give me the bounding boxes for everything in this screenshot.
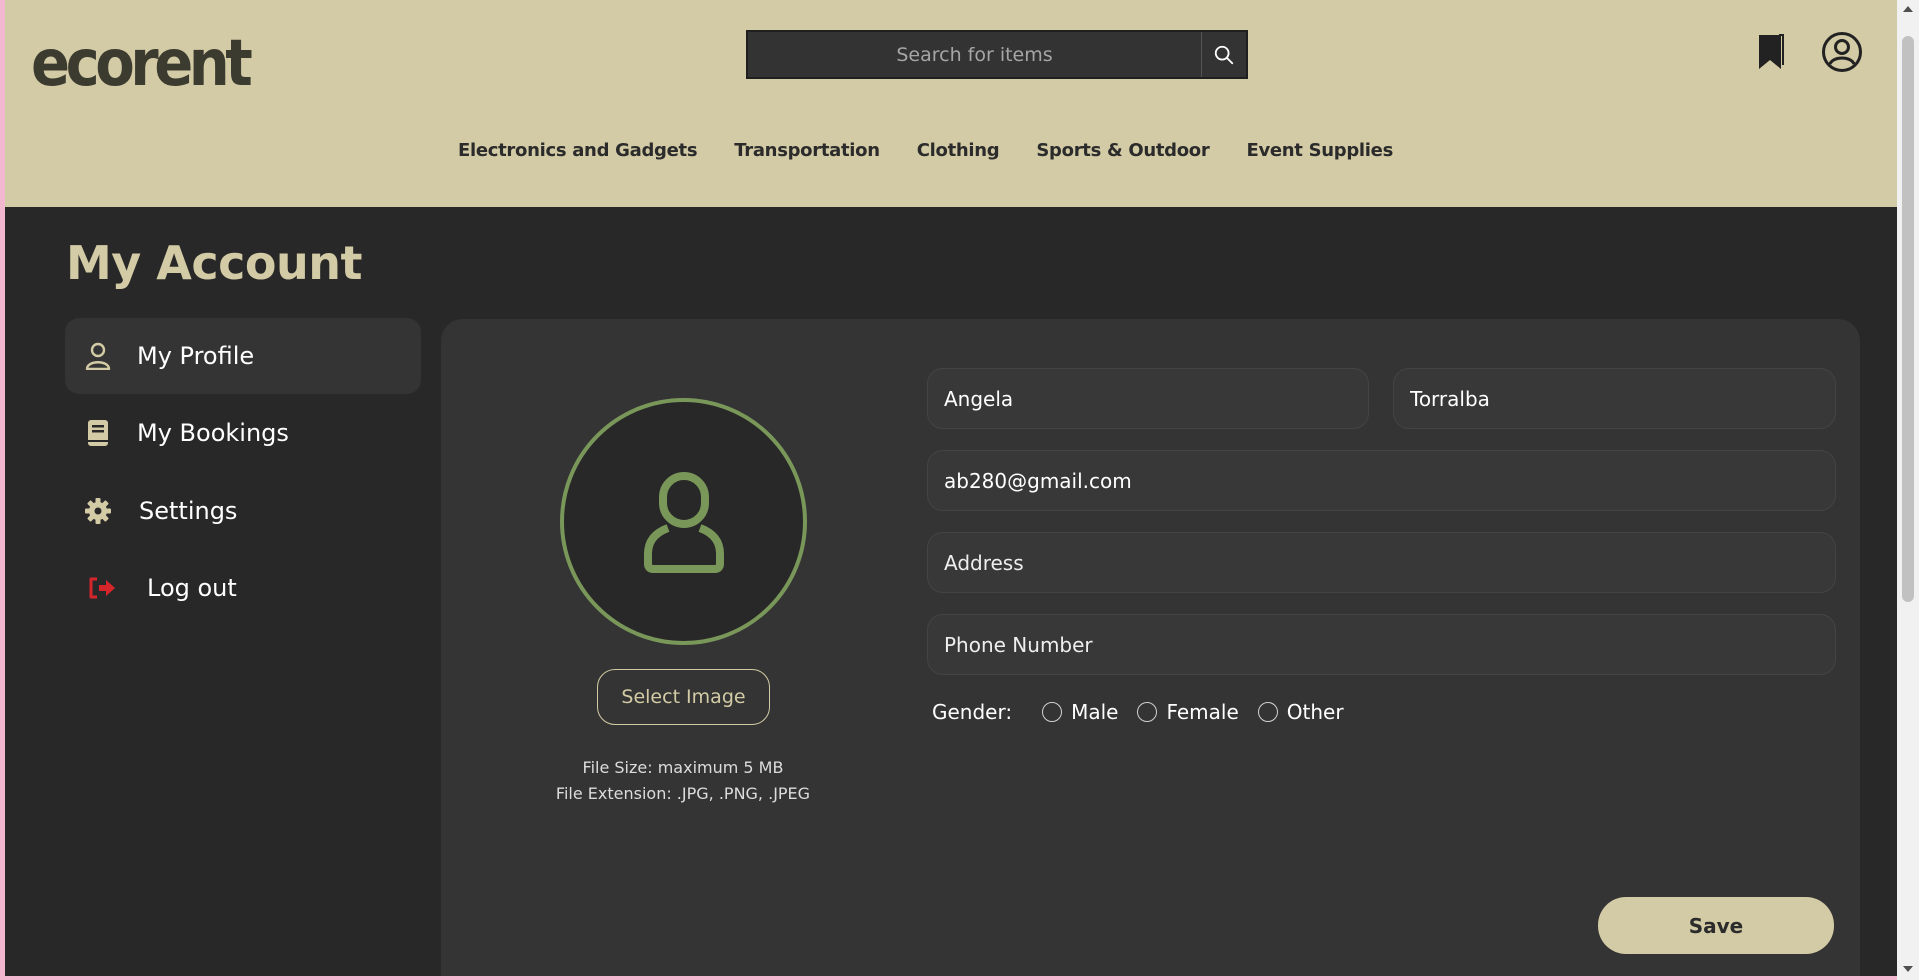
nav-clothing[interactable]: Clothing: [917, 140, 1000, 161]
logout-icon: [87, 573, 117, 603]
search-icon: [1214, 45, 1234, 64]
file-extension-note: File Extension: .JPG, .PNG, .JPEG: [555, 784, 811, 803]
gender-radio-male[interactable]: [1042, 702, 1063, 722]
scroll-down-icon[interactable]: [1903, 966, 1913, 972]
gear-icon: [83, 496, 113, 526]
header: ecorent Electronics an: [5, 0, 1897, 207]
gender-option-label: Female: [1166, 700, 1239, 724]
gender-options: Gender: Male Female Other: [932, 700, 1344, 724]
gender-radio-female[interactable]: [1137, 702, 1158, 722]
book-icon: [83, 418, 113, 448]
save-button[interactable]: Save: [1598, 897, 1834, 954]
search-bar: [746, 30, 1248, 79]
sidebar-item-my-profile[interactable]: My Profile: [65, 318, 421, 394]
user-placeholder-icon: [643, 471, 724, 573]
nav-electronics[interactable]: Electronics and Gadgets: [458, 140, 698, 161]
scroll-thumb[interactable]: [1902, 36, 1914, 602]
sidebar-item-my-bookings[interactable]: My Bookings: [65, 395, 421, 471]
sidebar-item-settings[interactable]: Settings: [65, 473, 421, 549]
sidebar-item-label: My Bookings: [137, 419, 289, 447]
scrollbar[interactable]: [1897, 0, 1919, 980]
file-size-note: File Size: maximum 5 MB: [582, 758, 784, 777]
search-input[interactable]: [748, 32, 1201, 77]
address-field[interactable]: [927, 532, 1836, 593]
gender-radio-other[interactable]: [1257, 702, 1278, 722]
bookmarks-button[interactable]: [1748, 30, 1792, 74]
avatar[interactable]: [560, 398, 807, 645]
email-field[interactable]: [927, 450, 1836, 511]
nav-event-supplies[interactable]: Event Supplies: [1246, 140, 1393, 161]
gender-option-label: Other: [1286, 700, 1344, 724]
sidebar-item-log-out[interactable]: Log out: [65, 550, 421, 626]
sidebar-item-label: Log out: [147, 574, 237, 602]
user-circle-icon: [1822, 32, 1862, 72]
phone-number-field[interactable]: [927, 614, 1836, 675]
nav-transportation[interactable]: Transportation: [734, 140, 880, 161]
nav-sports-outdoor[interactable]: Sports & Outdoor: [1036, 140, 1209, 161]
category-nav: Electronics and Gadgets Transportation C…: [5, 140, 1897, 161]
first-name-field[interactable]: [927, 368, 1369, 429]
sidebar-item-label: My Profile: [137, 342, 255, 370]
sidebar-item-label: Settings: [139, 497, 238, 525]
logo[interactable]: ecorent: [31, 24, 253, 104]
search-button[interactable]: [1201, 32, 1246, 77]
bookmark-icon: [1759, 34, 1784, 69]
page-title: My Account: [66, 236, 363, 290]
app-window: ecorent Electronics an: [5, 0, 1897, 976]
gender-label: Gender:: [932, 700, 1013, 724]
gender-option-label: Male: [1071, 700, 1119, 724]
scroll-up-icon[interactable]: [1903, 6, 1913, 12]
select-image-button[interactable]: Select Image: [597, 669, 770, 725]
account-button[interactable]: [1820, 30, 1864, 74]
user-icon: [83, 341, 113, 371]
last-name-field[interactable]: [1393, 368, 1836, 429]
